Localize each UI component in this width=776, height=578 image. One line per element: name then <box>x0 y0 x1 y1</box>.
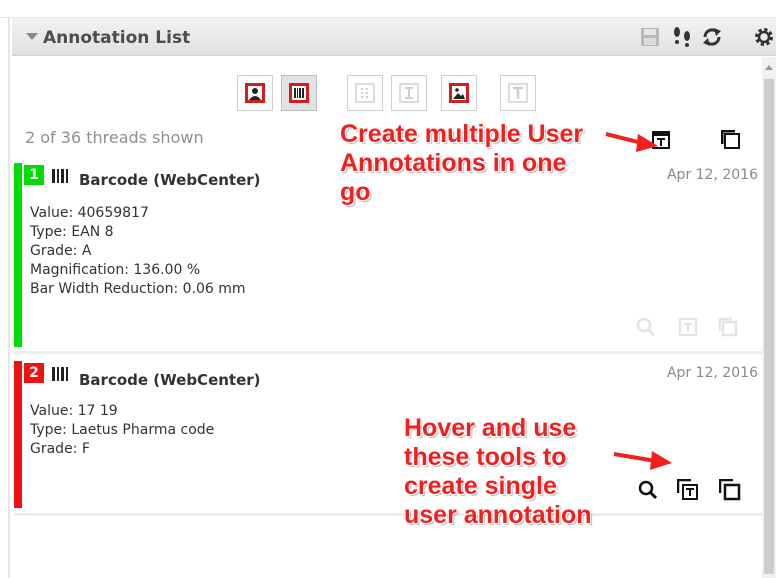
image-filter-icon <box>449 83 469 103</box>
scroll-thumb[interactable] <box>764 79 774 574</box>
thread-color-bar <box>14 163 22 347</box>
thread-detail-line: Grade: A <box>30 243 92 259</box>
callout-multiple: Create multiple User Annotations in one … <box>340 120 583 207</box>
callout-line: Create multiple User <box>340 120 584 148</box>
filter-grid-button[interactable] <box>347 75 383 111</box>
filter-text-button[interactable] <box>500 75 536 111</box>
zoom-icon[interactable] <box>634 315 658 339</box>
barcode-icon <box>52 169 68 183</box>
thread-separator <box>14 513 762 516</box>
thread-number-badge: 1 <box>24 165 44 185</box>
barcode-icon <box>52 367 68 381</box>
callout-line: user annotation <box>404 501 592 529</box>
callout-arrow-single-icon <box>613 451 672 470</box>
barcode-filter-icon <box>289 83 309 103</box>
collapse-arrow-icon[interactable] <box>26 33 38 40</box>
callout-single: Hover and use these tools to create sing… <box>404 414 592 530</box>
callout-line: Annotations in one <box>340 149 567 177</box>
settings-gear-icon[interactable] <box>752 25 776 49</box>
thread-detail-line: Grade: F <box>30 441 90 457</box>
thread-date: Apr 12, 2016 <box>666 167 758 183</box>
thread-title[interactable]: Barcode (WebCenter) <box>79 171 261 189</box>
scroll-up-arrow-icon[interactable] <box>765 65 773 70</box>
threads-count: 2 of 36 threads shown <box>25 128 204 147</box>
text-filter-icon <box>508 83 528 103</box>
thread-number-badge: 2 <box>24 363 44 383</box>
callout-line: these tools to <box>404 443 567 471</box>
text-annotation-icon[interactable] <box>676 315 700 339</box>
create-multiple-annotations-icon[interactable] <box>719 128 743 152</box>
callout-line: create single <box>404 472 557 500</box>
thread-title[interactable]: Barcode (WebCenter) <box>79 371 261 389</box>
copy-annotation-icon[interactable] <box>716 315 740 339</box>
thread-detail-line: Value: 40659817 <box>30 205 149 221</box>
copy-annotation-icon[interactable] <box>718 478 742 502</box>
callout-line: go <box>340 178 371 206</box>
thread-detail-line: Magnification: 136.00 % <box>30 262 201 278</box>
thread-detail-line: Bar Width Reduction: 0.06 mm <box>30 281 246 297</box>
callout-line: Hover and use <box>404 414 577 442</box>
filter-text-cursor-button[interactable] <box>391 75 427 111</box>
grid-filter-icon <box>355 83 375 103</box>
filter-barcodes-button[interactable] <box>281 75 317 111</box>
panel-header: Annotation List <box>12 18 776 56</box>
panel-title: Annotation List <box>43 28 191 48</box>
thread-separator <box>14 351 762 354</box>
save-icon[interactable] <box>638 25 662 49</box>
vertical-scrollbar[interactable] <box>762 57 776 578</box>
footsteps-icon[interactable] <box>670 25 694 49</box>
thread-item[interactable]: 2 Barcode (WebCenter) Apr 12, 2016 Value… <box>14 361 762 521</box>
left-rail <box>8 18 10 578</box>
filter-user-annotations-button[interactable] <box>237 75 273 111</box>
zoom-icon[interactable] <box>636 478 660 502</box>
thread-color-bar <box>14 361 22 508</box>
refresh-icon[interactable] <box>700 25 724 49</box>
text-annotation-icon[interactable] <box>676 478 700 502</box>
thread-detail-line: Value: 17 19 <box>30 403 118 419</box>
thread-detail-line: Type: EAN 8 <box>30 224 114 240</box>
text-cursor-filter-icon <box>399 83 419 103</box>
callout-arrow-multiple-icon <box>605 132 658 152</box>
thread-detail-line: Type: Laetus Pharma code <box>30 422 215 438</box>
user-annotation-filter-icon <box>245 83 265 103</box>
top-strip <box>0 0 776 18</box>
filter-images-button[interactable] <box>441 75 477 111</box>
thread-date: Apr 12, 2016 <box>666 365 758 381</box>
